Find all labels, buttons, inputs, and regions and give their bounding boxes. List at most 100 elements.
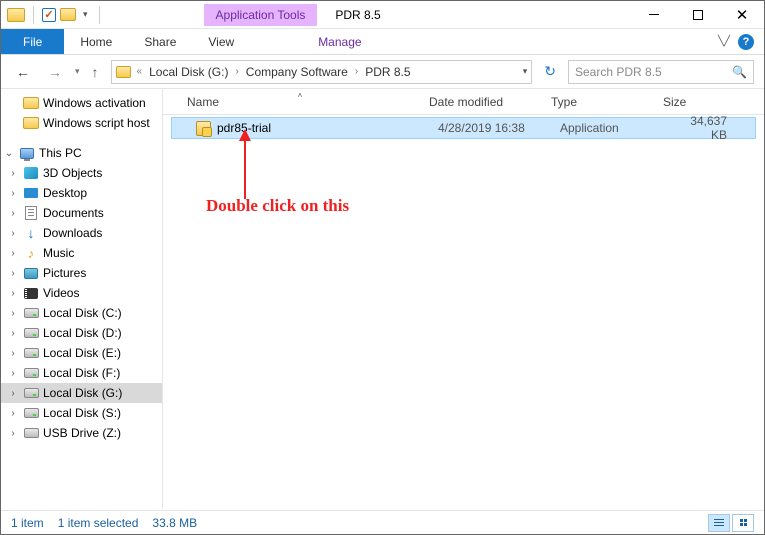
- titlebar: ✓ ▾ Application Tools PDR 8.5 ✕: [1, 1, 764, 29]
- chevron-right-icon[interactable]: ›: [353, 66, 360, 77]
- navpane-this-pc[interactable]: ⌄ This PC: [1, 143, 162, 163]
- expand-toggle[interactable]: ⌄: [3, 148, 15, 159]
- search-placeholder: Search PDR 8.5: [575, 65, 662, 79]
- drive-icon: [24, 388, 39, 398]
- expand-toggle[interactable]: ›: [7, 188, 19, 199]
- breadcrumb[interactable]: Local Disk (G:): [146, 65, 231, 79]
- status-bar: 1 item 1 item selected 33.8 MB: [1, 510, 764, 534]
- navpane-item[interactable]: ›Local Disk (G:): [1, 383, 162, 403]
- navigation-pane[interactable]: Windows activation Windows script host ⌄…: [1, 89, 163, 509]
- column-size[interactable]: Size: [655, 95, 764, 109]
- refresh-button[interactable]: ↻: [540, 63, 560, 80]
- file-name: pdr85-trial: [217, 121, 271, 135]
- drive-icon: [24, 188, 38, 198]
- close-button[interactable]: ✕: [720, 1, 764, 29]
- expand-toggle[interactable]: ›: [7, 348, 19, 359]
- tab-file[interactable]: File: [1, 29, 64, 54]
- ribbon-tabs: File Home Share View Manage ╲╱ ?: [1, 29, 764, 55]
- help-button[interactable]: ?: [738, 34, 754, 50]
- search-input[interactable]: Search PDR 8.5 🔍: [568, 60, 754, 84]
- forward-button[interactable]: →: [43, 60, 67, 84]
- navpane-item[interactable]: Windows activation: [1, 93, 162, 113]
- drive-icon: [24, 268, 38, 279]
- view-icons-button[interactable]: [732, 514, 754, 532]
- sort-indicator-icon: ˄: [298, 91, 303, 100]
- navpane-item[interactable]: ›Local Disk (D:): [1, 323, 162, 343]
- file-row[interactable]: pdr85-trial 4/28/2019 16:38 Application …: [171, 117, 756, 139]
- navpane-item[interactable]: ›♪Music: [1, 243, 162, 263]
- navpane-item[interactable]: ›USB Drive (Z:): [1, 423, 162, 443]
- expand-toggle[interactable]: ›: [7, 388, 19, 399]
- tab-manage[interactable]: Manage: [302, 29, 377, 54]
- breadcrumb-overflow[interactable]: «: [135, 66, 145, 77]
- navpane-item[interactable]: Windows script host: [1, 113, 162, 133]
- column-name[interactable]: ˄Name: [179, 95, 421, 109]
- file-date: 4/28/2019 16:38: [430, 121, 552, 135]
- expand-toggle[interactable]: ›: [7, 408, 19, 419]
- column-date[interactable]: Date modified: [421, 95, 543, 109]
- navpane-item[interactable]: ›Desktop: [1, 183, 162, 203]
- drive-icon: ↓: [28, 225, 35, 241]
- breadcrumb[interactable]: PDR 8.5: [362, 65, 413, 79]
- expand-toggle[interactable]: ›: [7, 308, 19, 319]
- drive-icon: [24, 328, 39, 338]
- expand-toggle[interactable]: ›: [7, 248, 19, 259]
- navpane-item[interactable]: ›3D Objects: [1, 163, 162, 183]
- status-selected-size: 33.8 MB: [152, 516, 197, 530]
- file-list-pane[interactable]: ˄Name Date modified Type Size pdr85-tria…: [163, 89, 764, 509]
- maximize-button[interactable]: [676, 1, 720, 29]
- navpane-item[interactable]: ›Local Disk (E:): [1, 343, 162, 363]
- app-icon[interactable]: [7, 8, 25, 22]
- tab-home[interactable]: Home: [64, 29, 128, 54]
- expand-toggle[interactable]: ›: [7, 328, 19, 339]
- breadcrumb[interactable]: Company Software: [243, 65, 351, 79]
- drive-icon: [24, 368, 39, 378]
- expand-toggle[interactable]: ›: [7, 268, 19, 279]
- context-tab-application-tools[interactable]: Application Tools: [204, 4, 318, 26]
- navpane-item[interactable]: ›Documents: [1, 203, 162, 223]
- qat-customize-button[interactable]: ▾: [80, 9, 91, 20]
- address-bar-row: ← → ▾ ↑ « Local Disk (G:) › Company Soft…: [1, 55, 764, 89]
- expand-toggle[interactable]: ›: [7, 288, 19, 299]
- status-selected-count: 1 item selected: [58, 516, 139, 530]
- navpane-item[interactable]: ›↓Downloads: [1, 223, 162, 243]
- tab-view[interactable]: View: [192, 29, 250, 54]
- up-button[interactable]: ↑: [88, 64, 103, 80]
- navpane-item[interactable]: ›Local Disk (S:): [1, 403, 162, 423]
- application-icon: [196, 121, 211, 136]
- column-type[interactable]: Type: [543, 95, 655, 109]
- location-icon: [116, 66, 131, 78]
- navpane-item[interactable]: ›Local Disk (C:): [1, 303, 162, 323]
- expand-toggle[interactable]: ›: [7, 428, 19, 439]
- window-title: PDR 8.5: [335, 8, 380, 22]
- address-dropdown-button[interactable]: ▾: [523, 66, 528, 77]
- back-button[interactable]: ←: [11, 60, 35, 84]
- tab-share[interactable]: Share: [128, 29, 192, 54]
- recent-locations-button[interactable]: ▾: [75, 66, 80, 77]
- drive-icon: [24, 348, 39, 358]
- expand-toggle[interactable]: ›: [7, 368, 19, 379]
- drive-icon: [24, 308, 39, 318]
- drive-icon: ♪: [28, 246, 35, 261]
- qat-properties-button[interactable]: ✓: [42, 8, 56, 22]
- expand-toggle[interactable]: ›: [7, 168, 19, 179]
- navpane-item[interactable]: ›Pictures: [1, 263, 162, 283]
- expand-toggle[interactable]: ›: [7, 208, 19, 219]
- file-type: Application: [552, 121, 664, 135]
- navpane-item[interactable]: ›Videos: [1, 283, 162, 303]
- quick-access-toolbar: ✓ ▾: [1, 6, 104, 24]
- expand-toggle[interactable]: ›: [7, 228, 19, 239]
- search-icon: 🔍: [732, 65, 747, 79]
- drive-icon: [24, 408, 39, 418]
- navpane-item[interactable]: ›Local Disk (F:): [1, 363, 162, 383]
- drive-icon: [24, 288, 38, 299]
- drive-icon: [25, 206, 37, 220]
- address-bar[interactable]: « Local Disk (G:) › Company Software › P…: [111, 60, 533, 84]
- file-size: 34,637 KB: [664, 114, 755, 142]
- qat-newfolder-button[interactable]: [60, 8, 76, 21]
- drive-icon: [24, 167, 38, 179]
- minimize-button[interactable]: [632, 1, 676, 29]
- chevron-right-icon[interactable]: ›: [233, 66, 240, 77]
- ribbon-expand-button[interactable]: ╲╱: [718, 36, 730, 47]
- view-details-button[interactable]: [708, 514, 730, 532]
